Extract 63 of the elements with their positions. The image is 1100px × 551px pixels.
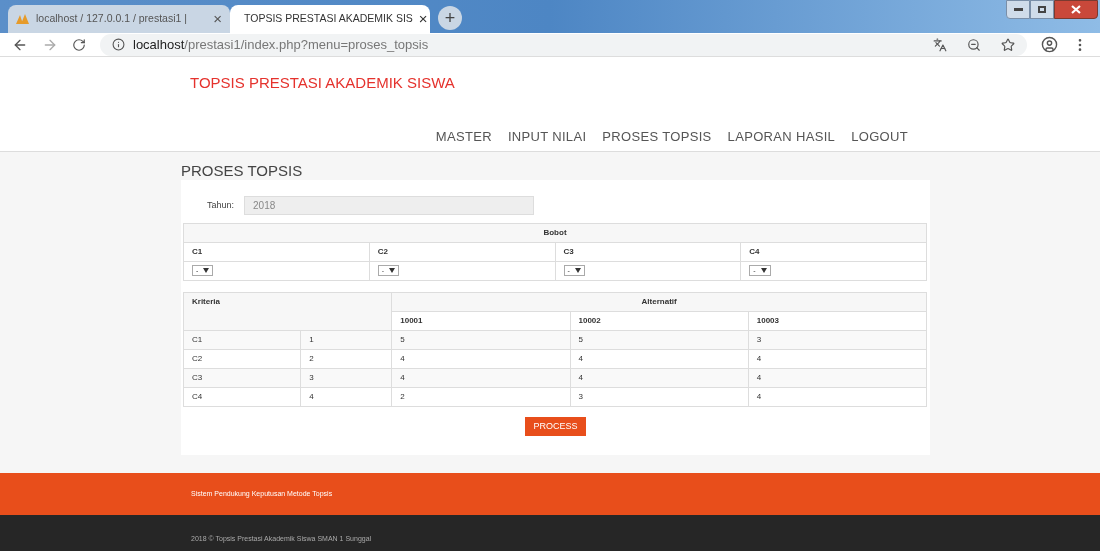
tab-title: localhost / 127.0.0.1 / prestasi1 | — [36, 11, 188, 27]
profile-icon[interactable] — [1041, 36, 1058, 53]
translate-icon[interactable] — [933, 37, 947, 52]
minimize-button[interactable] — [1006, 0, 1030, 19]
table-header: C1 — [183, 242, 370, 262]
address-bar[interactable]: localhost/prestasi1/index.php?menu=proses_topsis — [100, 33, 1027, 56]
table-header: Kriteria — [183, 292, 392, 331]
reload-icon[interactable] — [72, 37, 86, 52]
table-header: 10003 — [748, 311, 927, 331]
close-icon — [1071, 5, 1081, 14]
nav-link[interactable]: LOGOUT — [851, 126, 908, 146]
table-header: 10002 — [570, 311, 749, 331]
url-text: localhost/prestasi1/index.php?menu=proses_topsis — [133, 35, 430, 54]
table-cell: 4 — [748, 387, 927, 407]
table-cell: 3 — [300, 368, 392, 388]
table-header: C2 — [369, 242, 555, 262]
table-cell: 1 — [300, 330, 392, 350]
table-header: C4 — [740, 242, 927, 262]
dropdown-icon — [574, 268, 581, 273]
star-icon[interactable] — [1001, 37, 1015, 52]
table-cell: 4 — [391, 349, 570, 369]
table-cell: 3 — [570, 387, 749, 407]
nav-link[interactable]: LAPORAN HASIL — [727, 126, 836, 146]
table-cell: 4 — [391, 368, 570, 388]
dropdown-icon — [760, 268, 767, 273]
table-cell: C1 — [183, 330, 301, 350]
table-cell: 3 — [748, 330, 927, 350]
nav-link[interactable]: MASTER — [435, 126, 492, 146]
browser-tab[interactable]: TOPSIS PRESTASI AKADEMIK SIS × — [230, 5, 430, 33]
table-cell: 4 — [570, 368, 749, 388]
tab-title: TOPSIS PRESTASI AKADEMIK SIS — [244, 11, 413, 27]
table-cell: C2 — [183, 349, 301, 369]
zoom-out-icon[interactable] — [967, 37, 981, 52]
table-cell: 4 — [300, 387, 392, 407]
close-icon[interactable]: × — [213, 7, 222, 31]
table-cell: 5 — [570, 330, 749, 350]
table-header: Alternatif — [391, 292, 927, 312]
site-title: TOPSIS PRESTASI AKADEMIK SISWA — [190, 73, 456, 93]
table-cell: 2 — [300, 349, 392, 369]
table-header: 10001 — [391, 311, 570, 331]
table-header: Bobot — [183, 223, 927, 243]
dropdown-icon — [203, 268, 210, 273]
browser-tab[interactable]: localhost / 127.0.0.1 / prestasi1 | × — [8, 5, 230, 33]
table-cell: 4 — [748, 368, 927, 388]
logo-icon — [16, 14, 30, 24]
table-cell: 4 — [748, 349, 927, 369]
nav-link[interactable]: PROSES TOPSIS — [602, 126, 712, 146]
table-cell: 5 — [391, 330, 570, 350]
close-icon[interactable]: × — [418, 7, 428, 31]
table-cell: 2 — [391, 387, 570, 407]
new-tab-button[interactable]: + — [438, 6, 462, 30]
maximize-button[interactable] — [1030, 0, 1054, 19]
nav-link[interactable]: INPUT NILAI — [507, 126, 587, 146]
page-heading: PROSES TOPSIS — [181, 161, 304, 176]
info-icon — [112, 38, 125, 51]
year-label: Tahun: — [207, 198, 235, 212]
table-cell: C4 — [183, 387, 301, 407]
table-cell: C3 — [183, 368, 301, 388]
process-button[interactable]: PROCESS — [525, 417, 586, 436]
close-window-button[interactable] — [1054, 0, 1098, 19]
dropdown-icon — [389, 268, 396, 273]
table-header: C3 — [555, 242, 741, 262]
table-cell: 4 — [570, 349, 749, 369]
